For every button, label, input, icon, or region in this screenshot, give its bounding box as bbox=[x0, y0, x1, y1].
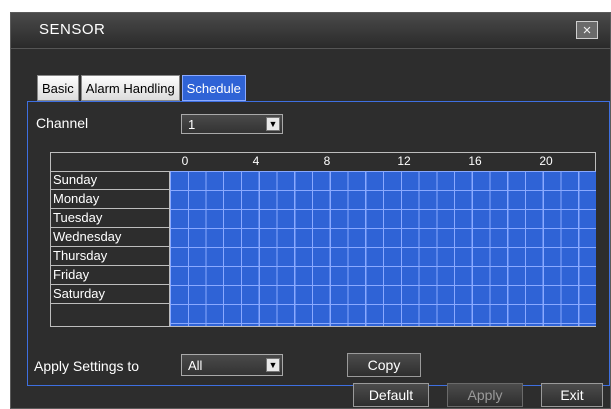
tab-schedule[interactable]: Schedule bbox=[181, 75, 246, 101]
apply-settings-select[interactable]: All ▼ bbox=[181, 354, 283, 376]
hour-tick: 12 bbox=[397, 154, 411, 168]
day-wednesday: Wednesday bbox=[51, 228, 169, 247]
sensor-dialog: SENSOR × Basic Alarm Handling Schedule C… bbox=[10, 12, 611, 409]
day-friday: Friday bbox=[51, 266, 169, 285]
exit-button[interactable]: Exit bbox=[541, 383, 603, 407]
tab-alarm-handling[interactable]: Alarm Handling bbox=[80, 75, 180, 101]
apply-settings-value: All bbox=[188, 358, 203, 373]
day-thursday: Thursday bbox=[51, 247, 169, 266]
hour-tick: 16 bbox=[468, 154, 482, 168]
channel-value: 1 bbox=[188, 117, 196, 132]
day-labels: Sunday Monday Tuesday Wednesday Thursday… bbox=[51, 171, 169, 304]
hour-tick: 8 bbox=[323, 154, 331, 168]
channel-label: Channel bbox=[36, 115, 89, 131]
day-tuesday: Tuesday bbox=[51, 209, 169, 228]
tab-basic[interactable]: Basic bbox=[37, 75, 79, 101]
close-button[interactable]: × bbox=[576, 21, 598, 39]
schedule-grid: 0 4 8 12 16 20 Sunday Monday Tuesday Wed… bbox=[50, 152, 596, 327]
hour-tick: 4 bbox=[252, 154, 260, 168]
apply-button[interactable]: Apply bbox=[447, 383, 523, 407]
hour-header: 0 4 8 12 16 20 bbox=[51, 153, 595, 172]
chevron-down-icon: ▼ bbox=[266, 358, 280, 372]
day-monday: Monday bbox=[51, 190, 169, 209]
day-saturday: Saturday bbox=[51, 285, 169, 304]
channel-select[interactable]: 1 ▼ bbox=[181, 114, 283, 134]
schedule-cells[interactable] bbox=[169, 171, 596, 326]
schedule-panel: Channel 1 ▼ 0 4 8 12 16 20 Sunday Monday… bbox=[27, 101, 610, 386]
hour-tick: 0 bbox=[181, 154, 189, 168]
title-bar: SENSOR × bbox=[11, 13, 610, 49]
copy-button[interactable]: Copy bbox=[347, 353, 421, 377]
apply-settings-label: Apply Settings to bbox=[34, 358, 140, 374]
tab-bar: Basic Alarm Handling Schedule bbox=[37, 75, 248, 101]
day-sunday: Sunday bbox=[51, 171, 169, 190]
dialog-title: SENSOR bbox=[39, 21, 106, 38]
hour-tick: 20 bbox=[539, 154, 553, 168]
close-icon: × bbox=[582, 21, 592, 39]
chevron-down-icon: ▼ bbox=[266, 117, 280, 131]
default-button[interactable]: Default bbox=[353, 383, 429, 407]
